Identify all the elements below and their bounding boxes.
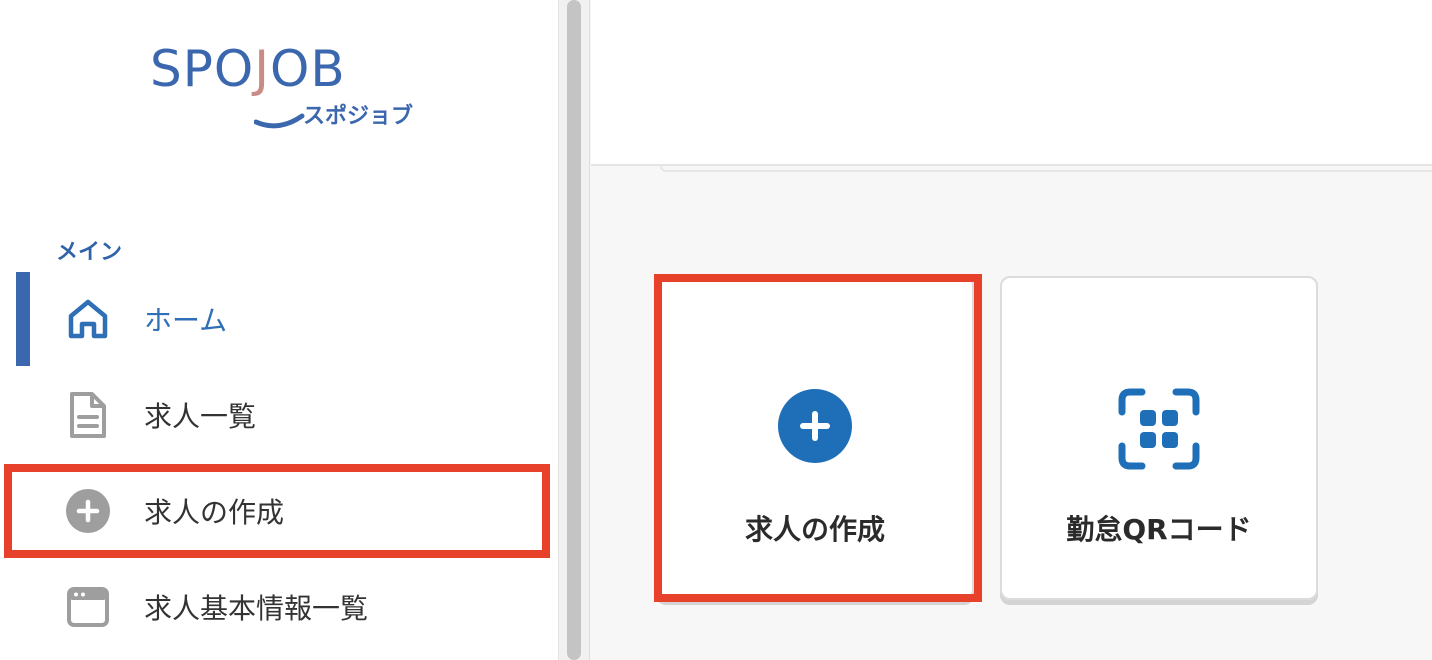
window-icon <box>62 581 114 633</box>
app-window: SPOJOB スポジョブ メイン ホーム 求人一覧 求人の作成 求人基本情報一覧… <box>0 0 1432 660</box>
logo-text-ob: OB <box>270 40 346 98</box>
section-label-main: メイン <box>56 240 123 265</box>
tile-label: 勤怠QRコード <box>1066 513 1252 546</box>
header-divider <box>660 166 1432 172</box>
home-icon <box>62 293 114 345</box>
spojob-logo[interactable]: SPOJOB スポジョブ <box>150 40 430 135</box>
sidebar-item-job-basic-info-list[interactable]: 求人基本情報一覧 <box>0 560 558 654</box>
logo-wordmark: SPOJOB <box>150 40 346 98</box>
logo-text-j: J <box>254 40 270 98</box>
attendance-qr-tile[interactable]: 勤怠QRコード <box>1000 276 1318 600</box>
sidebar-item-job-list[interactable]: 求人一覧 <box>0 368 558 462</box>
scrollbar-thumb[interactable] <box>567 0 581 660</box>
sidebar-item-label: 求人一覧 <box>144 400 257 433</box>
logo-subtitle: スポジョブ <box>303 104 414 129</box>
sidebar: SPOJOB スポジョブ メイン ホーム 求人一覧 求人の作成 求人基本情報一覧 <box>0 0 558 660</box>
highlight-box-sidebar <box>4 464 550 558</box>
active-indicator <box>16 272 30 366</box>
logo-text-spo: SPO <box>150 40 255 98</box>
qr-scan-icon <box>1118 388 1200 474</box>
sidebar-scrollbar[interactable] <box>558 0 590 660</box>
top-header <box>591 0 1432 166</box>
sidebar-item-label: ホーム <box>144 304 228 337</box>
sidebar-item-home[interactable]: ホーム <box>0 272 558 366</box>
highlight-box-tile <box>654 274 982 602</box>
document-icon <box>62 389 114 441</box>
sidebar-item-label: 求人基本情報一覧 <box>144 592 369 625</box>
